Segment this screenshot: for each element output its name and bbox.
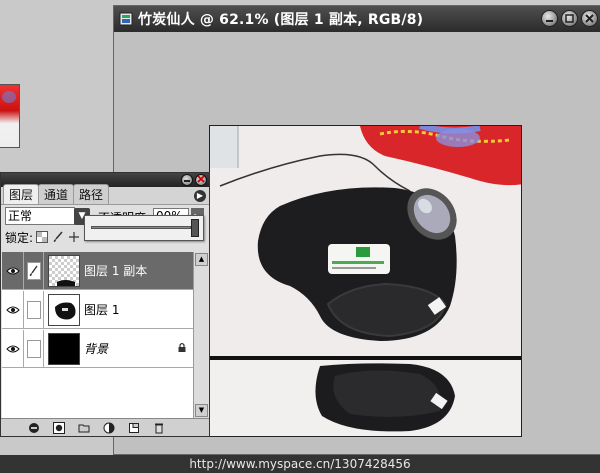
document-title: 竹炭仙人 @ 62.1% (图层 1 副本, RGB/8) — [138, 12, 424, 28]
lock-icon — [177, 342, 187, 356]
opacity-slider-thumb[interactable] — [191, 219, 199, 237]
layer-thumbnail — [48, 254, 80, 287]
eye-icon[interactable] — [2, 329, 24, 368]
tab-layers[interactable]: 图层 — [3, 184, 40, 204]
background-document-image — [0, 85, 19, 147]
panel-minimize-icon[interactable] — [181, 174, 193, 186]
lock-transparency-icon[interactable] — [35, 230, 49, 244]
move-icon[interactable] — [67, 230, 81, 244]
lock-label: 锁定: — [5, 230, 34, 245]
eye-icon[interactable] — [2, 290, 24, 329]
panel-menu-icon[interactable]: ▶ — [194, 190, 206, 202]
canvas-image[interactable] — [209, 125, 522, 437]
document-title-bar[interactable]: 竹炭仙人 @ 62.1% (图层 1 副本, RGB/8) — [114, 6, 600, 32]
layer-name[interactable]: 图层 1 — [84, 301, 193, 318]
layer-name[interactable]: 图层 1 副本 — [84, 262, 193, 279]
layers-bottom-toolbar — [1, 418, 209, 436]
layer-row[interactable]: 背景 — [2, 329, 193, 368]
layer-link-box — [26, 300, 41, 319]
close-icon[interactable] — [581, 10, 598, 27]
layer-link-cell[interactable] — [24, 290, 44, 329]
layer-mask-icon[interactable] — [52, 421, 65, 434]
brush-icon — [26, 261, 41, 280]
blend-mode-select[interactable]: 正常 — [5, 207, 75, 225]
new-group-icon[interactable] — [77, 421, 90, 434]
layer-link-cell[interactable] — [24, 329, 44, 368]
trash-icon[interactable] — [152, 421, 165, 434]
new-layer-icon[interactable] — [127, 421, 140, 434]
panel-tab-bar: 图层 通道 路径 ▶ — [1, 184, 209, 205]
scroll-up-icon[interactable]: ▲ — [195, 253, 208, 266]
layers-scrollbar[interactable]: ▲ ▼ — [193, 252, 208, 418]
layer-link-box — [26, 339, 41, 358]
opacity-slider-track[interactable] — [91, 226, 191, 229]
adjustment-layer-icon[interactable] — [102, 421, 115, 434]
scroll-down-icon[interactable]: ▼ — [195, 404, 208, 417]
layer-thumbnail — [48, 332, 80, 365]
layer-thumbnail — [48, 293, 80, 326]
status-bar-url: http://www.myspace.cn/1307428456 — [189, 457, 411, 471]
link-layers-icon[interactable] — [27, 421, 40, 434]
minimize-icon[interactable] — [541, 10, 558, 27]
background-document-window[interactable] — [0, 84, 20, 148]
layer-name[interactable]: 背景 — [84, 340, 177, 357]
tab-channels[interactable]: 通道 — [38, 184, 75, 204]
eye-icon[interactable] — [2, 251, 24, 290]
layer-row[interactable]: 图层 1 副本 — [2, 251, 193, 290]
photoshop-doc-icon — [118, 11, 134, 27]
restore-icon[interactable] — [561, 10, 578, 27]
layer-list[interactable]: 图层 1 副本 图层 1 背景 — [2, 251, 193, 418]
panel-close-icon[interactable] — [195, 174, 207, 186]
brush-icon[interactable] — [51, 230, 65, 244]
tab-paths[interactable]: 路径 — [73, 184, 110, 204]
layer-row[interactable]: 图层 1 — [2, 290, 193, 329]
opacity-slider-popup[interactable] — [84, 215, 204, 241]
layer-link-cell[interactable] — [24, 251, 44, 290]
status-bar: http://www.myspace.cn/1307428456 — [0, 455, 600, 473]
